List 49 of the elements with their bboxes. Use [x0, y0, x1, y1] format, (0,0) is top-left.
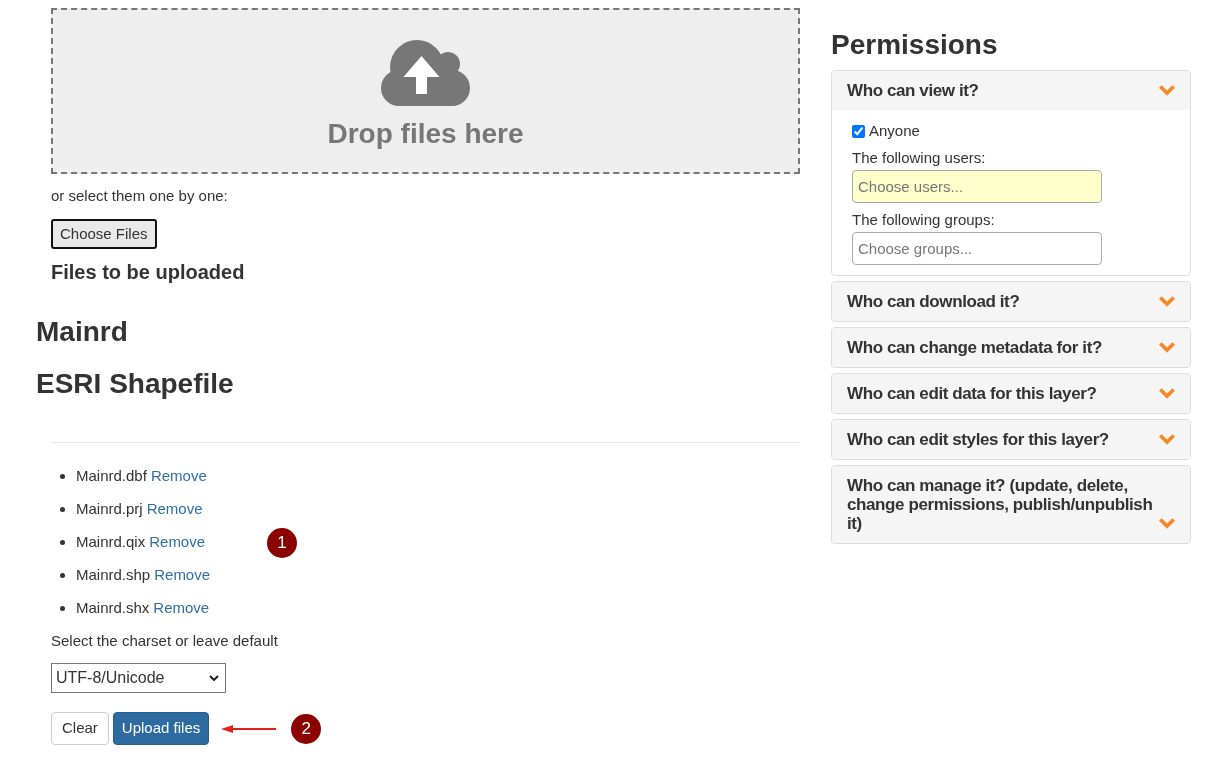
remove-link[interactable]: Remove: [153, 597, 210, 620]
permissions-heading: Permissions: [831, 28, 999, 62]
step-number-badge: 2: [291, 713, 322, 744]
file-name: Mainrd.qix: [76, 532, 146, 553]
anyone-checkbox[interactable]: [852, 124, 865, 138]
bullet-icon: [60, 507, 65, 512]
remove-link[interactable]: Remove: [150, 465, 207, 488]
choose-files-button[interactable]: Choose Files: [51, 219, 157, 249]
remove-link[interactable]: Remove: [146, 498, 203, 521]
layer-name-heading: Mainrd: [36, 315, 128, 349]
autocomplete-field[interactable]: Choose users...: [852, 170, 1102, 203]
accordion-header[interactable]: Who can edit styles for this layer?: [832, 420, 1190, 459]
bullet-icon: [60, 474, 65, 479]
file-name: Mainrd.dbf: [76, 466, 147, 487]
cloud-upload-icon: [381, 40, 470, 106]
chevron-down-icon: [1159, 85, 1175, 96]
field-label: The following users:: [852, 148, 986, 168]
chevron-down-icon: [1159, 342, 1175, 353]
autocomplete-field[interactable]: Choose groups...: [852, 232, 1102, 265]
select-hint: or select them one by one:: [51, 186, 228, 206]
remove-link[interactable]: Remove: [154, 564, 211, 587]
bullet-icon: [60, 540, 65, 545]
field-label: The following groups:: [852, 210, 995, 230]
dropzone-text: Drop files here: [327, 117, 524, 151]
chevron-down-icon: [1159, 296, 1175, 307]
step-number-badge: 1: [267, 528, 297, 558]
remove-link[interactable]: Remove: [149, 531, 206, 554]
accordion-header[interactable]: Who can view it?: [832, 71, 1190, 110]
accordion-header[interactable]: Who can change metadata for it?: [832, 328, 1190, 367]
chevron-down-icon: [1159, 388, 1175, 399]
accordion-header[interactable]: Who can download it?: [832, 282, 1190, 321]
chevron-down-icon: [1159, 434, 1175, 445]
drop-zone[interactable]: Drop files here: [51, 8, 800, 174]
section-heading: Files to be uploaded: [51, 260, 245, 284]
bullet-icon: [60, 606, 65, 611]
charset-label: Select the charset or leave default: [51, 631, 278, 651]
layer-type-heading: ESRI Shapefile: [36, 367, 234, 401]
file-name: Mainrd.shp: [76, 565, 151, 586]
accordion-header[interactable]: Who can manage it? (update, delete, change permissions, publish/unpublish it): [832, 466, 1190, 543]
file-name: Mainrd.prj: [76, 499, 143, 520]
file-name: Mainrd.shx: [76, 598, 150, 619]
chevron-down-icon: [1159, 518, 1175, 529]
charset-select[interactable]: UTF-8/Unicode: [51, 663, 226, 693]
upload-button[interactable]: Upload files: [112, 712, 210, 745]
clear-button[interactable]: Clear: [51, 712, 109, 745]
bullet-icon: [60, 573, 65, 578]
chevron-down-icon: [209, 675, 219, 681]
accordion-header[interactable]: Who can edit data for this layer?: [832, 374, 1190, 413]
checkbox-label: Anyone: [869, 121, 920, 141]
